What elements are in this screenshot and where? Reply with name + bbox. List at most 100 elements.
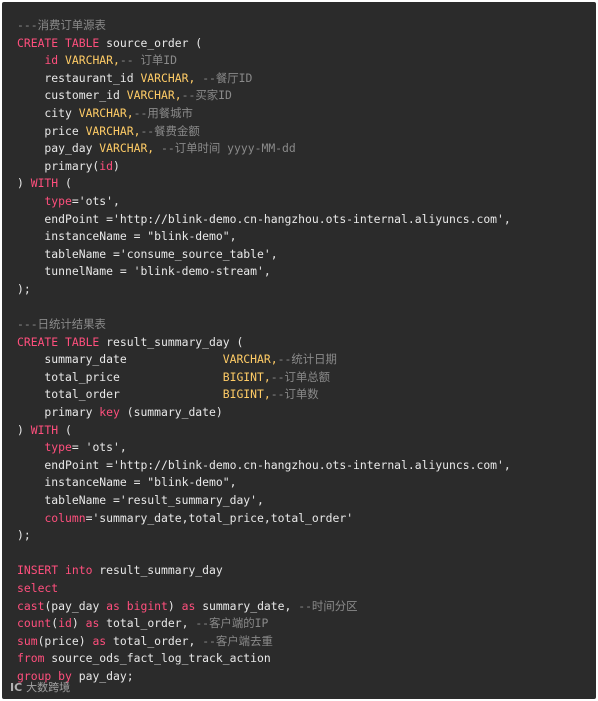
code-line: city VARCHAR,--用餐城市 [17,105,511,123]
keyword-token: as [106,598,120,613]
code-line: tableName ='result_summary_day', [17,492,511,510]
code-text: source_order ( [99,35,203,50]
code-text: pay_day [17,141,100,156]
code-text: endPoint ='http://blink-demo.cn-hangzhou… [17,211,511,226]
code-text: ( [58,176,72,191]
code-text: summary_date, [195,598,299,613]
code-line: tableName ='consume_source_table', [17,246,511,264]
code-line: ---日统计结果表 [17,316,511,334]
type-token: VARCHAR, [99,141,155,156]
code-line: total_order BIGINT,--订单数 [17,386,511,404]
code-text: ( [58,422,72,437]
code-line: total_price BIGINT,--订单总额 [17,369,511,387]
type-token: BIGINT, [222,369,271,384]
keyword-token: WITH [30,422,59,437]
code-text: (summary_date) [119,405,223,420]
code-text: ); [17,281,31,296]
code-line: instanceName = "blink-demo", [17,228,511,246]
code-text: price [17,123,86,138]
type-token: VARCHAR, [222,352,278,367]
code-line: customer_id VARCHAR,--买家ID [17,87,511,105]
code-line: cast(pay_day as bigint) as summary_date,… [17,598,511,616]
code-line: endPoint ='http://blink-demo.cn-hangzhou… [17,211,511,229]
code-text: tunnelName = 'blink-demo-stream', [17,264,271,279]
keyword-token: type [44,193,72,208]
code-line: primary key (summary_date) [17,404,511,422]
code-line: summary_date VARCHAR,--统计日期 [17,351,511,369]
code-text: source_ods_fact_log_track_action [44,651,271,666]
code-line: price VARCHAR,--餐费金额 [17,123,511,141]
comment-token: ---日统计结果表 [17,317,106,332]
keyword-token: key [99,405,120,420]
code-line: primary(id) [17,158,511,176]
type-token: VARCHAR, [65,53,120,68]
code-line: type='ots', [17,193,511,211]
code-text: ) [167,598,182,613]
code-line: ) WITH ( [17,422,511,440]
keyword-token: type [44,440,72,455]
comment-token: --用餐城市 [133,105,193,120]
code-line: pay_day VARCHAR, --订单时间 yyyy-MM-dd [17,140,511,158]
code-text: ='summary_date,total_price,total_order' [85,510,354,525]
code-line: from source_ods_fact_log_track_action [17,650,511,668]
comment-token: --订单数 [270,387,319,402]
keyword-token: CREATE TABLE [17,334,100,349]
code-line: CREATE TABLE source_order ( [17,35,511,53]
comment-token: --统计日期 [277,352,337,367]
keyword-token: as [92,633,107,648]
code-text: ) [17,176,31,191]
code-text: result_summary_day [92,563,223,578]
code-line: group by pay_day; [17,668,511,686]
code-text: tableName ='result_summary_day', [17,493,264,508]
keyword-token: count [17,616,52,631]
code-line: INSERT into result_summary_day [17,562,511,580]
code-line: column='summary_date,total_price,total_o… [17,510,511,528]
code-text: customer_id [17,88,127,103]
comment-token: --时间分区 [298,598,358,613]
code-text: primary [17,405,100,420]
comment-token: ---消费订单源表 [17,18,106,32]
keyword-token: WITH [30,176,59,191]
watermark-logo-icon: IC [10,680,23,694]
code-text: result_summary_day ( [99,334,244,349]
code-text: endPoint ='http://blink-demo.cn-hangzhou… [17,457,511,472]
comment-token: --订单总额 [270,369,331,384]
code-text: total_order, [106,633,203,648]
code-text: pay_day; [71,668,134,683]
watermark: IC 大数跨境 [10,679,70,695]
keyword-token: as [85,616,100,631]
keyword-token: from [17,651,45,666]
code-text: = 'ots', [71,440,127,455]
keyword-token: select [17,581,59,595]
code-line: sum(price) as total_order, --客户端去重 [17,633,511,651]
keyword-token: CREATE TABLE [17,35,100,50]
keyword-token: id [44,53,59,68]
code-text: ) [71,616,86,631]
code-line: tunnelName = 'blink-demo-stream', [17,263,511,281]
comment-token: --订单时间 yyyy-MM-dd [161,141,296,156]
code-text: total_order, [99,616,196,631]
comment-token: -- 订单ID [119,53,177,68]
code-line: ) WITH ( [17,175,511,193]
type-token: VARCHAR, [126,88,182,103]
code-text: ); [17,528,31,543]
code-text: instanceName = "blink-demo", [17,229,237,244]
code-text: restaurant_id [17,70,141,85]
code-text: total_order [17,387,223,402]
code-text: (pay_day [44,598,107,613]
code-line: id VARCHAR,-- 订单ID [17,52,511,70]
comment-token: --客户端的IP [195,616,269,631]
code-text: (price) [37,633,93,648]
code-line: endPoint ='http://blink-demo.cn-hangzhou… [17,457,511,475]
keyword-token: sum [17,633,38,648]
comment-token: --买家ID [181,88,232,103]
comment-token: --餐费金额 [140,123,200,138]
code-text: ) [113,158,120,173]
